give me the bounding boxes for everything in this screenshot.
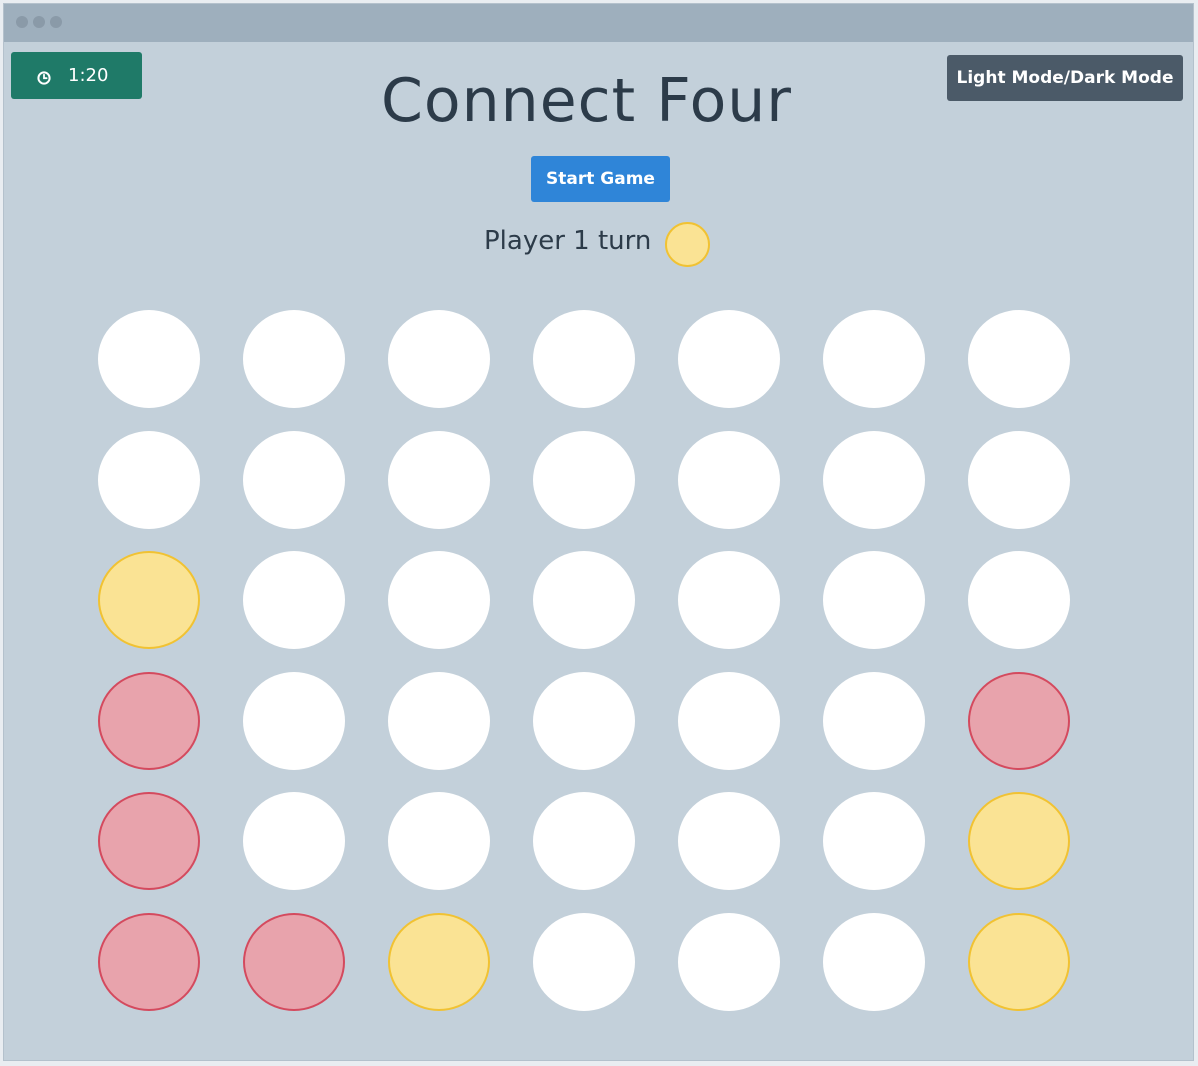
- board-slot-r4-c6[interactable]: [823, 672, 925, 770]
- page-title: Connect Four: [381, 66, 792, 136]
- board-slot-r5-c5[interactable]: [678, 792, 780, 890]
- board-slot-r5-c6[interactable]: [823, 792, 925, 890]
- board-slot-r1-c5[interactable]: [678, 310, 780, 408]
- board-slot-r6-c2[interactable]: [243, 913, 345, 1011]
- turn-indicator-disc: [665, 222, 710, 267]
- board-slot-r5-c3[interactable]: [388, 792, 490, 890]
- board-slot-r5-c7[interactable]: [968, 792, 1070, 890]
- board-slot-r4-c4[interactable]: [533, 672, 635, 770]
- board-slot-r3-c4[interactable]: [533, 551, 635, 649]
- start-game-button[interactable]: Start Game: [531, 156, 670, 202]
- board-slot-r1-c1[interactable]: [98, 310, 200, 408]
- board-slot-r6-c5[interactable]: [678, 913, 780, 1011]
- board-slot-r4-c3[interactable]: [388, 672, 490, 770]
- board-slot-r4-c7[interactable]: [968, 672, 1070, 770]
- board-slot-r3-c7[interactable]: [968, 551, 1070, 649]
- board-slot-r2-c5[interactable]: [678, 431, 780, 529]
- game-window: 1:20 Light Mode/Dark Mode Connect Four S…: [3, 3, 1194, 1061]
- board-slot-r2-c7[interactable]: [968, 431, 1070, 529]
- board-slot-r2-c3[interactable]: [388, 431, 490, 529]
- board-slot-r2-c6[interactable]: [823, 431, 925, 529]
- board-slot-r6-c4[interactable]: [533, 913, 635, 1011]
- board-slot-r3-c6[interactable]: [823, 551, 925, 649]
- board-slot-r3-c1[interactable]: [98, 551, 200, 649]
- board-slot-r2-c2[interactable]: [243, 431, 345, 529]
- window-minimize-dot[interactable]: [33, 16, 45, 28]
- board-slot-r4-c2[interactable]: [243, 672, 345, 770]
- board-slot-r3-c5[interactable]: [678, 551, 780, 649]
- window-close-dot[interactable]: [16, 16, 28, 28]
- board-slot-r6-c6[interactable]: [823, 913, 925, 1011]
- board-slot-r5-c4[interactable]: [533, 792, 635, 890]
- board-slot-r6-c7[interactable]: [968, 913, 1070, 1011]
- board-slot-r2-c4[interactable]: [533, 431, 635, 529]
- board-slot-r6-c3[interactable]: [388, 913, 490, 1011]
- turn-indicator-text: Player 1 turn: [484, 226, 652, 256]
- board-slot-r1-c2[interactable]: [243, 310, 345, 408]
- board-slot-r5-c1[interactable]: [98, 792, 200, 890]
- board-slot-r5-c2[interactable]: [243, 792, 345, 890]
- board-slot-r6-c1[interactable]: [98, 913, 200, 1011]
- board-slot-r4-c5[interactable]: [678, 672, 780, 770]
- board-slot-r1-c4[interactable]: [533, 310, 635, 408]
- board-slot-r3-c2[interactable]: [243, 551, 345, 649]
- board-slot-r3-c3[interactable]: [388, 551, 490, 649]
- board-slot-r1-c3[interactable]: [388, 310, 490, 408]
- board-slot-r2-c1[interactable]: [98, 431, 200, 529]
- window-titlebar: [4, 4, 1193, 42]
- board-slot-r1-c7[interactable]: [968, 310, 1070, 408]
- board-slot-r4-c1[interactable]: [98, 672, 200, 770]
- board-slot-r1-c6[interactable]: [823, 310, 925, 408]
- window-maximize-dot[interactable]: [50, 16, 62, 28]
- game-board: [98, 310, 1078, 1022]
